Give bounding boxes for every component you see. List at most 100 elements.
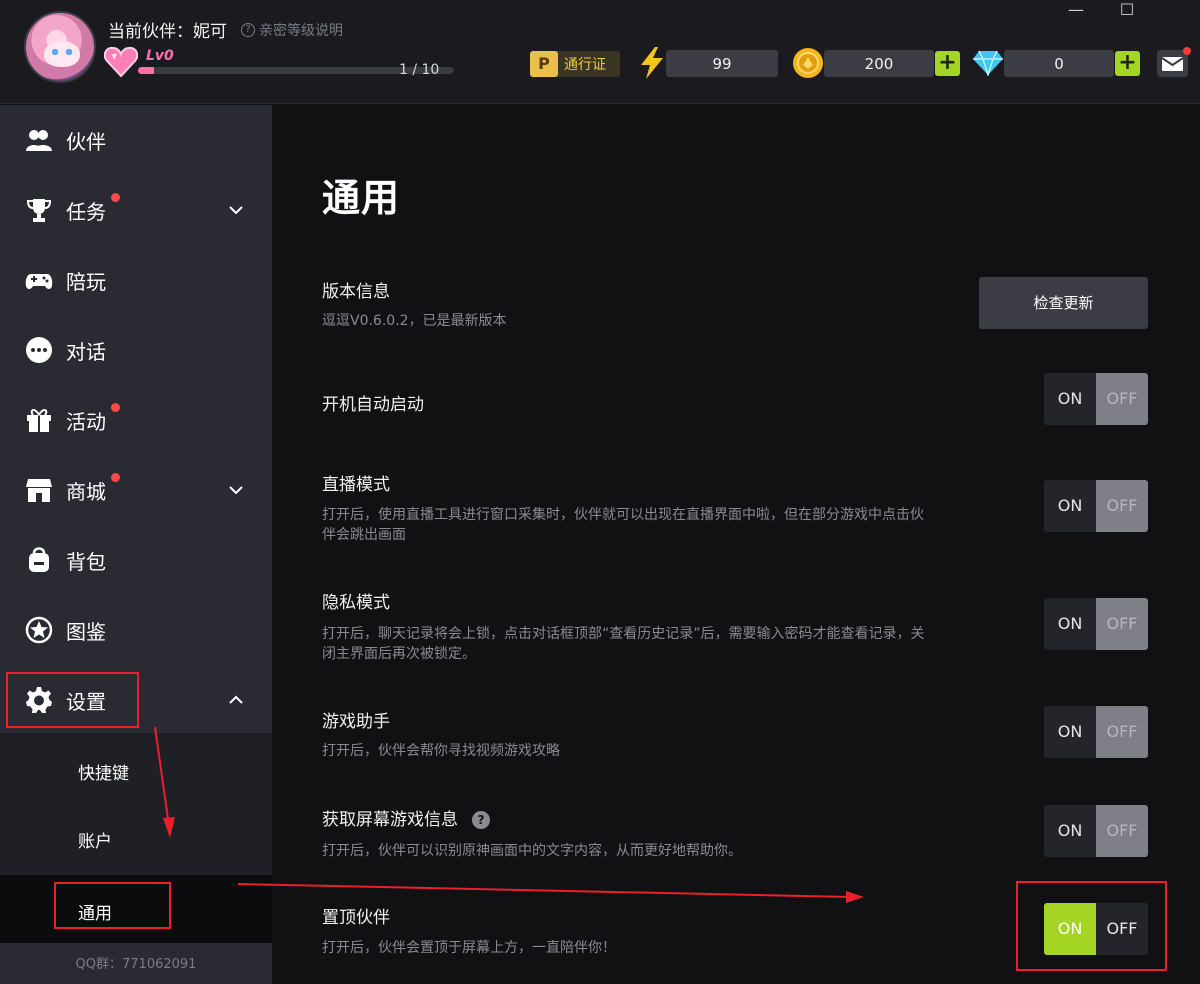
sidebar-item-label: 对话: [66, 339, 106, 364]
sidebar-item-label: 图鉴: [66, 619, 106, 644]
check-update-button[interactable]: 检查更新: [979, 277, 1148, 329]
maximize-button[interactable]: ☐: [1107, 0, 1147, 24]
energy-counter: 99: [666, 50, 778, 77]
setting-title-row: 获取屏幕游戏信息?: [322, 805, 490, 830]
screen-game-info-toggle[interactable]: ON OFF: [1044, 805, 1148, 857]
submenu-item-label: 快捷键: [78, 764, 129, 784]
autostart-toggle[interactable]: ON OFF: [1044, 373, 1148, 425]
coin-counter: 200: [824, 50, 934, 77]
sidebar-item-label: 陪玩: [66, 269, 106, 294]
sidebar-item-label: 背包: [66, 549, 106, 574]
intimacy-progress-fill: [138, 67, 154, 74]
chat-bubble-icon: [26, 337, 52, 363]
toggle-off[interactable]: OFF: [1096, 598, 1148, 650]
add-coins-button[interactable]: +: [935, 51, 960, 76]
minimize-button[interactable]: —: [1056, 0, 1096, 24]
intimacy-level: Lv0: [146, 48, 174, 64]
pass-button[interactable]: P 通行证: [530, 51, 620, 77]
sidebar: 伙伴 任务 陪玩 对话 活动 商城 背包 图鉴 设置 快捷键 账户 通用 QQ群…: [0, 105, 272, 984]
toggle-on[interactable]: ON: [1044, 373, 1096, 425]
annotation-box-settings: [6, 672, 139, 728]
add-diamonds-button[interactable]: +: [1115, 51, 1140, 76]
level-help-link[interactable]: ? 亲密等级说明: [241, 20, 343, 40]
submenu-item-shortcuts[interactable]: 快捷键: [0, 737, 272, 803]
setting-desc: 打开后，使用直播工具进行窗口采集时，伙伴就可以出现在直播界面中啦，但在部分游戏中…: [322, 507, 924, 543]
setting-desc: 打开后，伙伴会帮你寻找视频游戏攻略: [322, 743, 560, 759]
toggle-off[interactable]: OFF: [1096, 805, 1148, 857]
version-desc: 逗逗V0.6.0.2，已是最新版本: [322, 313, 507, 329]
gift-icon: [27, 409, 51, 432]
sidebar-item-store[interactable]: 商城: [0, 455, 272, 525]
mail-button[interactable]: [1157, 47, 1191, 77]
setting-title: 直播模式: [322, 475, 390, 495]
current-partner-label: 当前伙伴：妮可: [108, 22, 227, 42]
sidebar-item-play[interactable]: 陪玩: [0, 245, 272, 315]
version-title: 版本信息: [322, 282, 390, 302]
setting-title: 获取屏幕游戏信息: [322, 810, 458, 830]
sidebar-item-backpack[interactable]: 背包: [0, 525, 272, 595]
privacy-mode-toggle[interactable]: ON OFF: [1044, 598, 1148, 650]
mail-icon: [1161, 57, 1184, 71]
setting-desc: 打开后，聊天记录将会上锁，点击对话框顶部“查看历史记录”后，需要输入密码才能查看…: [322, 626, 925, 662]
game-assistant-toggle[interactable]: ON OFF: [1044, 706, 1148, 758]
sidebar-item-label: 商城: [66, 479, 106, 504]
help-icon[interactable]: ?: [472, 811, 490, 829]
annotation-box-pin-toggle: [1016, 881, 1167, 971]
maximize-icon: ☐: [1119, 0, 1135, 19]
setting-title: 游戏助手: [322, 712, 390, 732]
pass-ticket-icon: P: [530, 51, 558, 77]
submenu-item-label: 账户: [78, 832, 112, 852]
mail-notification-dot: [1183, 47, 1191, 55]
chevron-down-icon: [229, 206, 243, 215]
sidebar-item-chat[interactable]: 对话: [0, 315, 272, 385]
notification-dot: [111, 403, 120, 412]
diamond-counter: 0: [1004, 50, 1114, 77]
heart-icon: [104, 46, 138, 78]
qq-group-text: QQ群：771062091: [75, 957, 197, 972]
coin-value: 200: [864, 54, 894, 73]
diamond-icon: [973, 50, 1003, 76]
setting-title: 隐私模式: [322, 593, 390, 613]
toggle-on[interactable]: ON: [1044, 706, 1096, 758]
star-badge-icon: [25, 616, 53, 644]
notification-dot: [111, 473, 120, 482]
sidebar-item-label: 任务: [66, 199, 106, 224]
sidebar-item-label: 伙伴: [66, 129, 106, 154]
settings-panel: 通用 版本信息 逗逗V0.6.0.2，已是最新版本 检查更新 开机自动启动 ON…: [272, 105, 1200, 984]
store-icon: [26, 479, 52, 502]
chevron-up-icon: [229, 695, 243, 704]
coin-icon: [793, 48, 823, 78]
toggle-off[interactable]: OFF: [1096, 480, 1148, 532]
sidebar-item-collection[interactable]: 图鉴: [0, 595, 272, 665]
lightning-icon: [641, 47, 663, 79]
sidebar-item-events[interactable]: 活动: [0, 385, 272, 455]
sidebar-item-tasks[interactable]: 任务: [0, 175, 272, 245]
trophy-icon: [26, 199, 52, 222]
intimacy-progress-count: 1 / 10: [399, 62, 440, 78]
partner-avatar[interactable]: [24, 11, 96, 83]
title-bar: 当前伙伴：妮可 ? 亲密等级说明 Lv0 1 / 10 P 通行证 99 200…: [0, 0, 1200, 104]
users-icon: [26, 130, 52, 151]
toggle-off[interactable]: OFF: [1096, 706, 1148, 758]
page-title: 通用: [322, 176, 401, 220]
backpack-icon: [29, 547, 49, 572]
level-help-label: 亲密等级说明: [259, 22, 343, 39]
toggle-on[interactable]: ON: [1044, 805, 1096, 857]
toggle-off[interactable]: OFF: [1096, 373, 1148, 425]
sidebar-item-label: 活动: [66, 409, 106, 434]
setting-title: 置顶伙伴: [322, 908, 390, 928]
minimize-icon: —: [1068, 0, 1084, 19]
setting-desc: 打开后，伙伴可以识别原神画面中的文字内容，从而更好地帮助你。: [322, 843, 742, 859]
annotation-box-general: [54, 882, 171, 929]
notification-dot: [111, 193, 120, 202]
diamond-value: 0: [1054, 54, 1064, 73]
submenu-item-account[interactable]: 账户: [0, 805, 272, 871]
setting-title: 开机自动启动: [322, 395, 424, 415]
toggle-on[interactable]: ON: [1044, 598, 1096, 650]
sidebar-item-partner[interactable]: 伙伴: [0, 105, 272, 175]
question-icon: ?: [241, 22, 255, 37]
energy-value: 99: [712, 54, 732, 73]
chevron-down-icon: [229, 486, 243, 495]
toggle-on[interactable]: ON: [1044, 480, 1096, 532]
live-mode-toggle[interactable]: ON OFF: [1044, 480, 1148, 532]
